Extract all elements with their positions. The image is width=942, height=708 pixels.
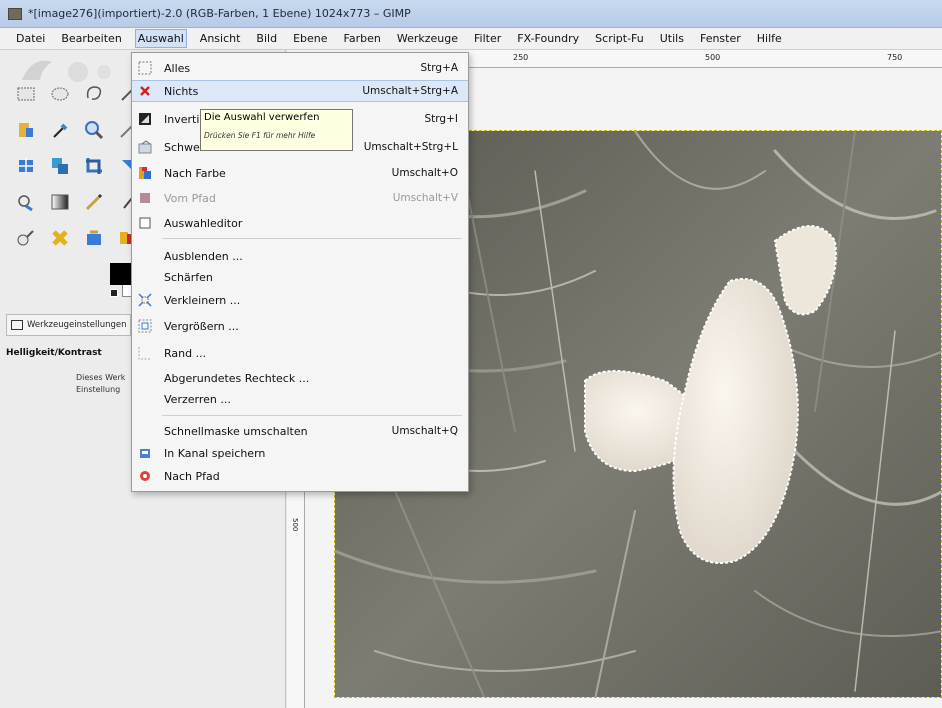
menu-item-rand[interactable]: Rand ... xyxy=(132,342,468,364)
select-by-color-icon[interactable] xyxy=(14,118,38,142)
menu-fx-foundry[interactable]: FX-Foundry xyxy=(515,30,581,47)
reset-colors-icon[interactable] xyxy=(110,289,118,297)
menu-item-schnellmaske[interactable]: Schnellmaske umschalten Umschalt+Q xyxy=(132,420,468,442)
menu-separator-1 xyxy=(162,238,462,239)
window-title: *[image276](importiert)-2.0 (RGB-Farben,… xyxy=(28,7,411,20)
menu-tooltip: Die Auswahl verwerfen Drücken Sie F1 für… xyxy=(200,109,353,151)
menu-ansicht[interactable]: Ansicht xyxy=(198,30,243,47)
ruler-label-500: 500 xyxy=(705,53,721,62)
shrink-icon xyxy=(138,293,152,307)
pencil-icon[interactable] xyxy=(82,190,106,214)
gimp-window: *[image276](importiert)-2.0 (RGB-Farben,… xyxy=(0,0,942,708)
tooltip-hint: Drücken Sie F1 für mehr Hilfe xyxy=(204,131,316,140)
zoom-icon[interactable] xyxy=(82,118,106,142)
menu-item-in-kanal-speichern[interactable]: In Kanal speichern xyxy=(132,442,468,464)
wilber-logo xyxy=(22,60,111,82)
select-all-icon xyxy=(138,61,152,75)
dodge-burn-icon[interactable] xyxy=(14,226,38,250)
to-path-icon xyxy=(138,469,152,483)
menu-filter[interactable]: Filter xyxy=(472,30,503,47)
free-select-icon[interactable] xyxy=(82,82,106,106)
foreground-color[interactable] xyxy=(110,263,132,285)
menu-item-schaerfen[interactable]: Schärfen xyxy=(132,266,468,288)
align-icon[interactable] xyxy=(48,154,72,178)
crop-icon[interactable] xyxy=(82,154,106,178)
gimp-app-icon xyxy=(8,7,22,20)
ruler-left-label-500: 500 xyxy=(291,518,299,532)
menu-ebene[interactable]: Ebene xyxy=(291,30,329,47)
tool-options-description: Dieses Werk Einstellung xyxy=(76,372,132,396)
menu-item-verkleinern[interactable]: Verkleinern ... xyxy=(132,289,468,311)
menu-item-nach-farbe[interactable]: Nach Farbe Umschalt+O xyxy=(132,162,468,184)
rect-select-icon[interactable] xyxy=(14,82,38,106)
menu-item-nichts[interactable]: Nichts Umschalt+Strg+A xyxy=(132,80,468,102)
menu-item-nach-pfad[interactable]: Nach Pfad xyxy=(132,465,468,487)
ellipse-select-icon[interactable] xyxy=(48,82,72,106)
from-path-icon xyxy=(138,191,152,205)
by-color-icon xyxy=(138,166,152,180)
save-channel-icon xyxy=(138,446,152,460)
menu-item-vergroessern[interactable]: Vergrößern ... xyxy=(132,315,468,337)
clone-icon[interactable] xyxy=(14,190,38,214)
ruler-label-750: 750 xyxy=(887,53,903,62)
text-icon[interactable] xyxy=(82,226,106,250)
menu-item-abgerundetes-rechteck[interactable]: Abgerundetes Rechteck ... xyxy=(132,367,468,389)
menu-item-auswahleditor[interactable]: Auswahleditor xyxy=(132,212,468,234)
tooltip-text: Die Auswahl verwerfen xyxy=(204,112,320,123)
menu-item-vom-pfad[interactable]: Vom Pfad Umschalt+V xyxy=(132,187,468,209)
menu-item-alles[interactable]: Alles Strg+A xyxy=(132,57,468,79)
tool-options-icon xyxy=(11,320,23,330)
tool-grid xyxy=(14,82,144,256)
menu-werkzeuge[interactable]: Werkzeuge xyxy=(395,30,460,47)
menu-fenster[interactable]: Fenster xyxy=(698,30,743,47)
menu-item-ausblenden[interactable]: Ausblenden ... xyxy=(132,245,468,267)
tool-options-desc-line2: Einstellung xyxy=(76,385,121,394)
title-bar: *[image276](importiert)-2.0 (RGB-Farben,… xyxy=(0,0,942,28)
tool-options-desc-line1: Dieses Werk xyxy=(76,373,126,382)
ruler-label-250: 250 xyxy=(513,53,529,62)
menu-auswahl[interactable]: Auswahl xyxy=(134,29,187,48)
border-icon xyxy=(138,346,152,360)
menu-bild[interactable]: Bild xyxy=(254,30,279,47)
grow-icon xyxy=(138,319,152,333)
menu-utils[interactable]: Utils xyxy=(658,30,686,47)
menu-bar: Datei Bearbeiten Auswahl Ansicht Bild Eb… xyxy=(0,28,942,50)
menu-datei[interactable]: Datei xyxy=(14,30,47,47)
menu-bearbeiten[interactable]: Bearbeiten xyxy=(59,30,123,47)
selection-editor-icon xyxy=(138,216,152,230)
tool-options-title: Helligkeit/Kontrast xyxy=(6,348,102,358)
heal-icon[interactable] xyxy=(48,226,72,250)
menu-item-verzerren[interactable]: Verzerren ... xyxy=(132,388,468,410)
tool-options-tab-label: Werkzeugeinstellungen xyxy=(27,320,127,330)
float-icon xyxy=(138,140,152,154)
blend-icon[interactable] xyxy=(48,190,72,214)
move-icon[interactable] xyxy=(14,154,38,178)
menu-farben[interactable]: Farben xyxy=(342,30,383,47)
menu-separator-2 xyxy=(162,415,462,416)
menu-script-fu[interactable]: Script-Fu xyxy=(593,30,646,47)
color-picker-icon[interactable] xyxy=(48,118,72,142)
invert-icon xyxy=(138,112,152,126)
menu-hilfe[interactable]: Hilfe xyxy=(755,30,784,47)
select-none-icon xyxy=(138,84,152,98)
tool-options-tab[interactable]: Werkzeugeinstellungen xyxy=(6,314,131,336)
